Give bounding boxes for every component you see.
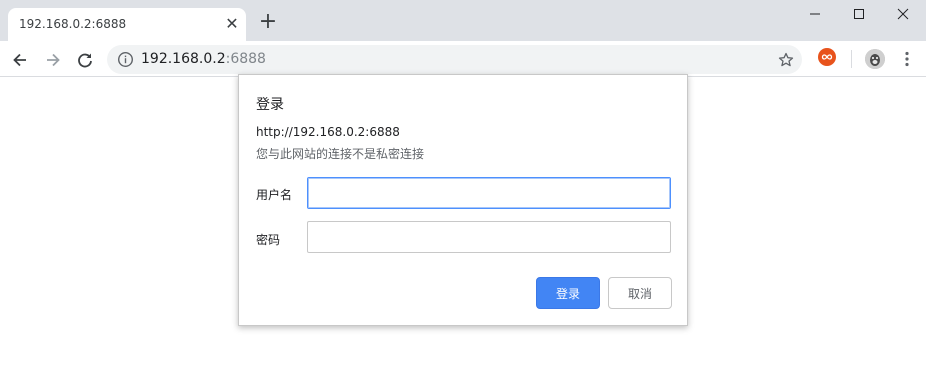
username-label: 用户名 (256, 188, 293, 202)
url-host: 192.168.0.2 (141, 51, 226, 67)
extension-icon[interactable] (818, 48, 836, 66)
password-label: 密码 (256, 233, 281, 247)
menu-icon[interactable] (898, 49, 916, 69)
back-icon[interactable] (8, 48, 32, 72)
dialog-title: 登录 (256, 97, 284, 113)
username-input[interactable] (307, 177, 671, 209)
url-port: :6888 (225, 51, 266, 67)
toolbar-divider (851, 50, 852, 68)
login-button[interactable]: 登录 (536, 277, 600, 309)
browser-toolbar: 192.168.0.2:6888 (0, 41, 926, 77)
cancel-button[interactable]: 取消 (608, 277, 672, 309)
password-input[interactable] (307, 221, 671, 253)
new-tab-button[interactable]: + (257, 11, 279, 33)
auth-dialog: 登录 http://192.168.0.2:6888 您与此网站的连接不是私密连… (238, 74, 688, 326)
maximize-icon[interactable] (836, 0, 882, 28)
tab-strip: 192.168.0.2:6888 ✕ + (0, 0, 926, 41)
close-window-icon[interactable] (880, 0, 926, 28)
avatar-icon[interactable] (865, 49, 885, 69)
minimize-icon[interactable] (792, 0, 838, 28)
address-bar[interactable]: 192.168.0.2:6888 (107, 45, 802, 74)
tab-active[interactable]: 192.168.0.2:6888 ✕ (8, 8, 246, 41)
star-icon[interactable] (775, 49, 797, 71)
info-icon[interactable] (117, 51, 134, 68)
dialog-warning: 您与此网站的连接不是私密连接 (256, 147, 425, 161)
forward-icon[interactable] (41, 48, 65, 72)
reload-icon[interactable] (73, 48, 97, 72)
url-text: 192.168.0.2:6888 (141, 51, 266, 67)
tab-close-icon[interactable]: ✕ (222, 14, 242, 34)
tab-title: 192.168.0.2:6888 (19, 17, 127, 31)
dialog-url: http://192.168.0.2:6888 (256, 125, 400, 139)
